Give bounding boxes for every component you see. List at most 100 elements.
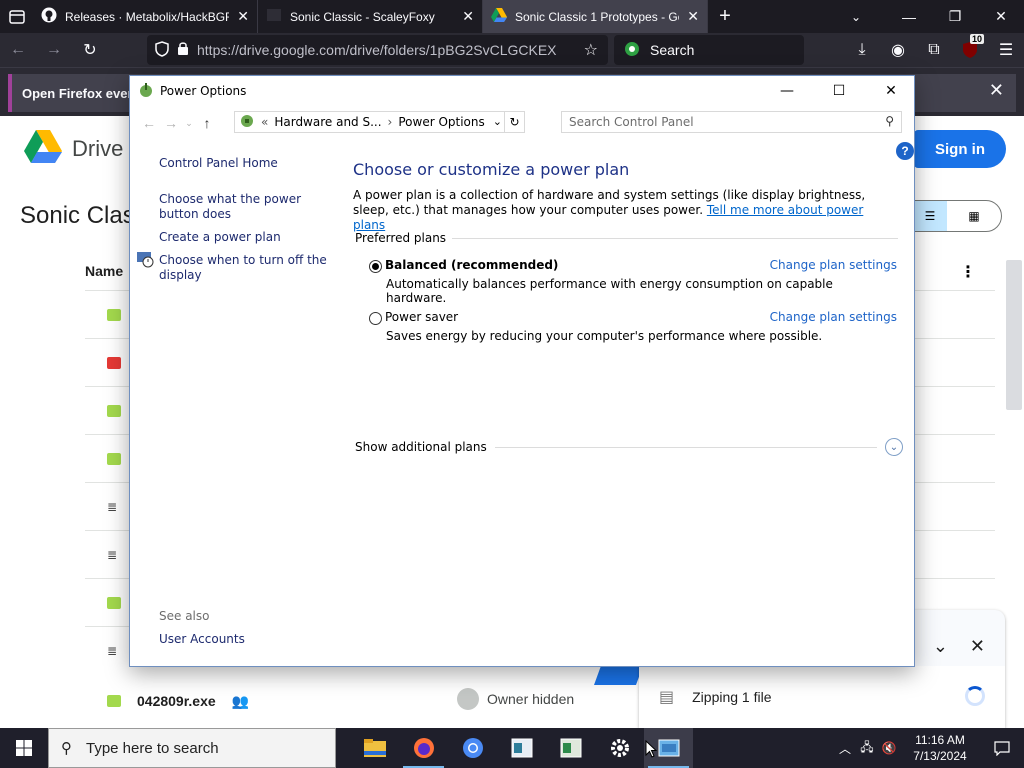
change-plan-settings-link[interactable]: Change plan settings <box>770 310 897 324</box>
maximize-icon[interactable]: ☐ <box>816 76 862 106</box>
reload-icon[interactable]: ↻ <box>72 33 108 67</box>
create-plan-link[interactable]: Create a power plan <box>159 230 281 245</box>
settings-gear-icon[interactable] <box>595 728 644 768</box>
up-icon[interactable]: ↑ <box>196 115 218 131</box>
image-file-icon <box>107 404 121 417</box>
refresh-icon[interactable]: ↻ <box>504 112 524 132</box>
google-drive-icon <box>491 8 507 25</box>
url-bar[interactable]: https://drive.google.com/drive/folders/1… <box>147 35 608 65</box>
show-additional-plans[interactable]: Show additional plans ⌄ <box>355 438 903 456</box>
loading-spinner-icon <box>965 686 985 706</box>
notification-close-icon[interactable]: ✕ <box>989 80 1004 101</box>
control-panel-home-link[interactable]: Control Panel Home <box>159 156 278 171</box>
bookmark-star-icon[interactable]: ☆ <box>584 40 598 60</box>
list-view-icon[interactable]: ☰ <box>913 201 947 231</box>
window-titlebar[interactable]: Power Options — ☐ ✕ <box>130 76 914 106</box>
extensions-icon[interactable]: ⧉ <box>916 33 952 67</box>
plan-radio-power-saver[interactable] <box>369 312 382 325</box>
minimize-icon[interactable]: — <box>886 0 932 33</box>
clock[interactable]: 11:16 AM 7/13/2024 <box>900 732 980 764</box>
close-icon[interactable]: ✕ <box>970 636 985 657</box>
more-options-icon[interactable]: ⋮ <box>960 262 976 282</box>
zip-file-icon: ≣ <box>107 499 118 514</box>
tab-close-icon[interactable]: ✕ <box>237 8 249 25</box>
document-icon[interactable] <box>546 728 595 768</box>
address-bar-row: ← → ⌄ ↑ « Hardware and S... › Power Opti… <box>130 106 916 140</box>
taskbar: ⚲ Type here to search ︿ 🖧 🔇 11:16 AM 7/1… <box>0 728 1024 768</box>
windows-start-icon[interactable] <box>0 728 48 768</box>
scrollbar[interactable] <box>1006 260 1022 410</box>
taskbar-search-box[interactable]: ⚲ Type here to search <box>48 728 336 768</box>
notification-text: Open Firefox every <box>22 85 140 101</box>
chevron-down-icon[interactable]: ⌄ <box>493 115 502 128</box>
network-icon[interactable]: 🖧 <box>856 738 878 759</box>
browser-search-box[interactable]: Search <box>614 35 804 65</box>
grid-view-icon[interactable]: ▦ <box>947 201 1001 231</box>
tab-title: Sonic Classic - ScaleyFoxy <box>290 9 435 24</box>
browser-search-label: Search <box>650 42 695 58</box>
file-explorer-icon[interactable] <box>350 728 399 768</box>
action-center-icon[interactable] <box>980 740 1024 756</box>
breadcrumb-separator-icon: › <box>387 115 393 129</box>
clock-time: 11:16 AM <box>915 733 965 747</box>
account-icon[interactable]: ◉ <box>880 33 916 67</box>
shield-icon[interactable] <box>155 40 169 60</box>
expand-chevron-icon[interactable]: ⌄ <box>885 438 903 456</box>
firefox-icon[interactable] <box>399 728 448 768</box>
close-icon[interactable]: ✕ <box>978 0 1024 33</box>
browser-tab[interactable]: Releases · Metabolix/HackBGRT ✕ <box>33 0 258 33</box>
volume-muted-icon[interactable]: 🔇 <box>878 741 900 755</box>
lock-icon[interactable] <box>177 41 189 59</box>
video-file-icon <box>107 356 121 369</box>
chevron-down-icon[interactable]: ⌄ <box>826 0 886 33</box>
plan-name[interactable]: Balanced (recommended) <box>385 258 558 272</box>
image-file-icon <box>107 452 121 465</box>
view-toggle[interactable]: ☰ ▦ <box>912 200 1002 232</box>
user-accounts-link[interactable]: User Accounts <box>159 632 245 646</box>
plan-description: Saves energy by reducing your computer's… <box>386 329 823 343</box>
restore-icon[interactable]: ❐ <box>932 0 978 33</box>
forward-icon[interactable]: → <box>36 33 72 67</box>
recent-locations-icon[interactable]: ⌄ <box>182 118 196 129</box>
close-icon[interactable]: ✕ <box>868 76 914 106</box>
drive-product-name: Drive <box>72 136 124 161</box>
tab-close-icon[interactable]: ✕ <box>462 8 474 25</box>
list-all-tabs-icon[interactable] <box>0 0 33 33</box>
group-label: Preferred plans <box>355 231 447 245</box>
power-button-link[interactable]: Choose what the power button does <box>159 192 329 222</box>
display-off-link[interactable]: Choose when to turn off the display <box>159 253 329 283</box>
avatar <box>457 688 479 710</box>
tab-close-icon[interactable]: ✕ <box>687 8 699 25</box>
address-bar[interactable]: « Hardware and S... › Power Options ⌄ ↻ <box>234 111 525 133</box>
url-text: https://drive.google.com/drive/folders/1… <box>197 42 557 58</box>
browser-tab[interactable]: Sonic Classic - ScaleyFoxy ✕ <box>258 0 483 33</box>
menu-icon[interactable]: ☰ <box>988 33 1024 67</box>
ublock-icon[interactable]: 10 <box>952 33 988 67</box>
minimize-icon[interactable]: — <box>764 76 810 106</box>
new-tab-icon[interactable]: + <box>708 0 742 33</box>
column-header-name[interactable]: Name <box>85 263 123 279</box>
plan-radio-balanced[interactable] <box>369 260 382 273</box>
breadcrumb-parent[interactable]: Hardware and S... <box>274 115 381 129</box>
extension-badge: 10 <box>969 34 984 44</box>
show-additional-label[interactable]: Show additional plans <box>355 440 487 454</box>
notepad-icon[interactable] <box>497 728 546 768</box>
show-hidden-icons-icon[interactable]: ︿ <box>834 740 856 757</box>
mouse-cursor-icon <box>645 740 657 758</box>
search-icon[interactable]: ⚲ <box>885 114 894 128</box>
browser-tab-active[interactable]: Sonic Classic 1 Prototypes - Goo ✕ <box>483 0 708 33</box>
collapse-icon[interactable]: ⌄ <box>933 636 948 657</box>
change-plan-settings-link[interactable]: Change plan settings <box>770 258 897 272</box>
power-options-window: Power Options — ☐ ✕ ← → ⌄ ↑ « Hardware a… <box>129 75 915 667</box>
back-icon[interactable]: ← <box>0 33 36 67</box>
search-input[interactable]: Search Control Panel ⚲ <box>561 111 902 133</box>
breadcrumb-current[interactable]: Power Options <box>398 115 484 129</box>
sign-in-button[interactable]: Sign in <box>914 130 1006 168</box>
back-icon[interactable]: ← <box>138 115 160 131</box>
download-icon[interactable]: ⤓ <box>844 33 880 67</box>
chrome-icon[interactable] <box>448 728 497 768</box>
file-name: 042809r.exe <box>137 693 216 709</box>
plan-name[interactable]: Power saver <box>385 310 458 324</box>
forward-icon[interactable]: → <box>160 115 182 131</box>
system-tray: ︿ 🖧 🔇 11:16 AM 7/13/2024 <box>834 728 1024 768</box>
